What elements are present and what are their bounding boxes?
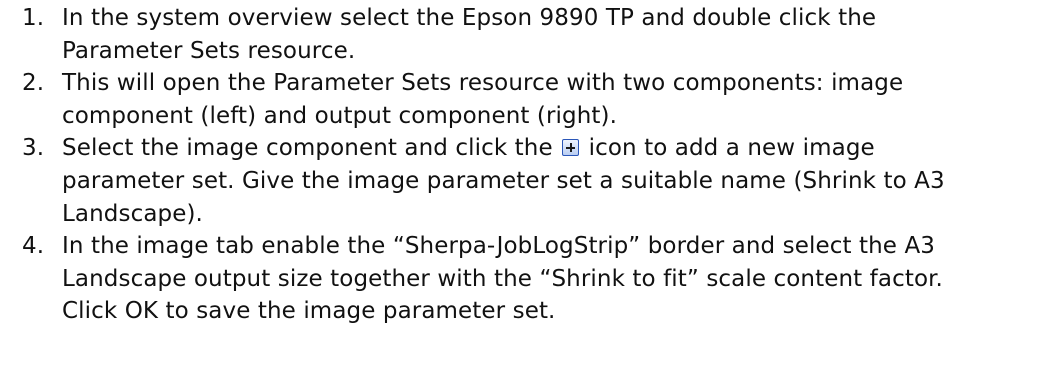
step-line: In the system overview select the Epson … xyxy=(62,5,877,31)
step-number: 1. xyxy=(22,5,45,31)
step-line: Click OK to save the image parameter set… xyxy=(62,298,556,325)
step-1: 1. In the system overview select the Eps… xyxy=(22,2,1052,67)
step-line: Landscape output size together with the … xyxy=(62,265,943,292)
step-line-end: icon to add a new image xyxy=(588,135,875,162)
add-plus-icon xyxy=(562,139,580,157)
step-line: parameter set. Give the image parameter … xyxy=(62,167,945,194)
step-number: 2. xyxy=(22,70,45,97)
step-3: 3. Select the image component and click … xyxy=(22,132,1052,230)
step-line: This will open the Parameter Sets resour… xyxy=(62,70,904,97)
step-4: 4. In the image tab enable the “Sherpa-J… xyxy=(22,230,1052,328)
step-text: This will open the Parameter Sets resour… xyxy=(62,67,1052,132)
step-line: Parameter Sets resource. xyxy=(62,37,356,64)
step-line: Select the image component and click the… xyxy=(62,132,1052,165)
step-number: 3. xyxy=(22,135,45,162)
step-text: In the image tab enable the “Sherpa-JobL… xyxy=(62,230,1052,328)
step-2: 2. This will open the Parameter Sets res… xyxy=(22,67,1052,132)
instruction-list: 1. In the system overview select the Eps… xyxy=(22,2,1052,328)
step-line: Landscape). xyxy=(62,200,203,227)
step-line: In the image tab enable the “Sherpa-JobL… xyxy=(62,233,936,260)
step-line: component (left) and output component (r… xyxy=(62,102,618,129)
step-number: 4. xyxy=(22,233,45,260)
step-text: Select the image component and click the… xyxy=(62,132,1052,230)
step-line-start: Select the image component and click the xyxy=(62,135,553,162)
step-text: In the system overview select the Epson … xyxy=(62,2,1052,67)
